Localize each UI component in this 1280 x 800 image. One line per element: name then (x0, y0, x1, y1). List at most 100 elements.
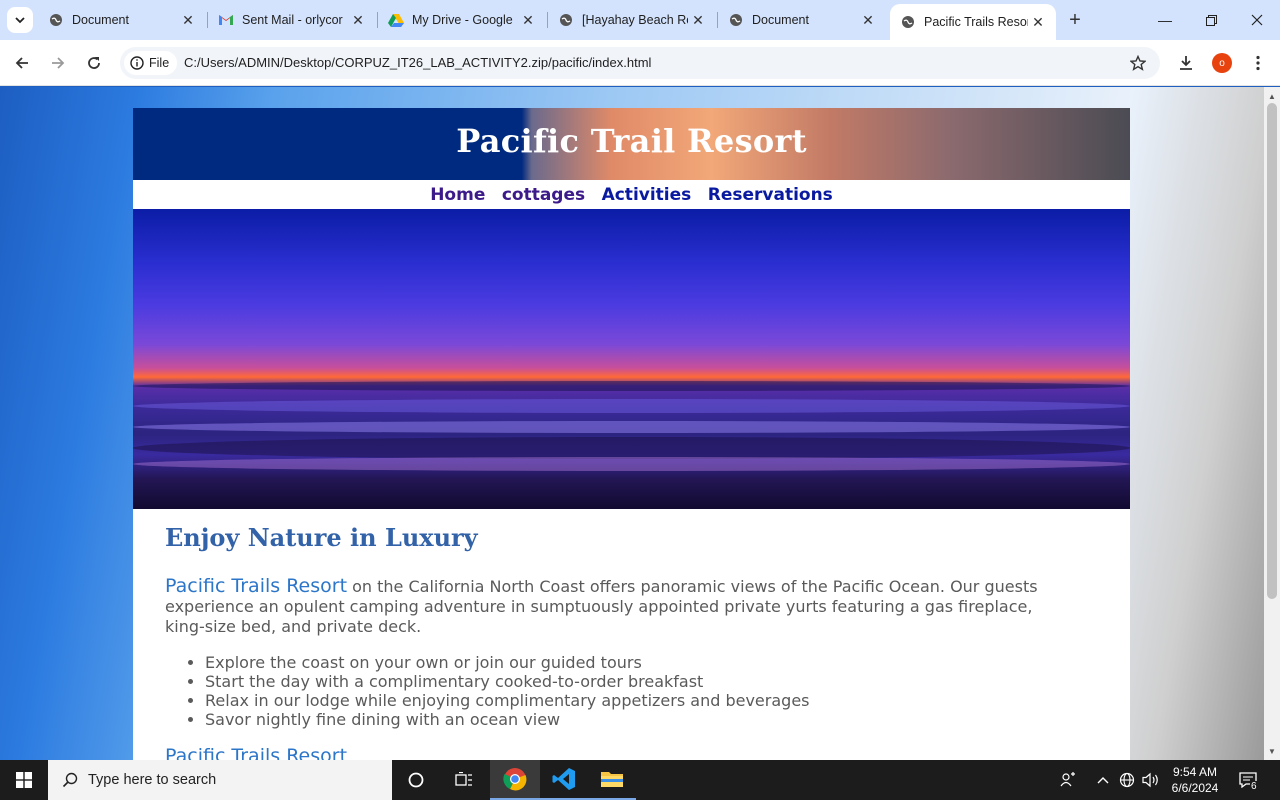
language-button[interactable] (1118, 760, 1136, 800)
wave-line (133, 437, 1130, 459)
page-wrapper: Pacific Trail Resort Home cottages Activ… (133, 108, 1130, 760)
tab-strip: Document ✕ Sent Mail - orlycor ✕ My Driv… (0, 0, 1280, 40)
list-item: Savor nightly fine dining with an ocean … (205, 710, 1065, 729)
tab-title: Document (72, 13, 129, 27)
downloads-button[interactable] (1172, 49, 1200, 77)
info-icon (130, 56, 144, 70)
reload-button[interactable] (80, 49, 108, 77)
nav-link-cottages[interactable]: cottages (502, 185, 585, 205)
scrollbar-thumb[interactable] (1267, 103, 1277, 599)
main-content: Enjoy Nature in Luxury Pacific Trails Re… (165, 523, 1065, 760)
arrow-left-icon (15, 57, 28, 69)
hero-sunset-image (133, 209, 1130, 509)
restore-icon (1205, 14, 1217, 26)
close-icon[interactable]: ✕ (858, 10, 878, 30)
close-window-button[interactable] (1234, 0, 1280, 40)
task-view-button[interactable] (440, 760, 488, 800)
resort-name: Pacific Trails Resort (165, 575, 348, 597)
list-item: Start the day with a complimentary cooke… (205, 672, 1065, 691)
arrow-right-icon (52, 57, 65, 69)
site-title: Pacific Trail Resort (456, 122, 807, 160)
wave-line (133, 457, 1130, 471)
nav-link-reservations[interactable]: Reservations (708, 185, 833, 205)
url-text[interactable]: C:/Users/ADMIN/Desktop/CORPUZ_IT26_LAB_A… (184, 55, 651, 70)
file-label: File (149, 56, 170, 70)
taskbar-search[interactable]: Type here to search (48, 760, 392, 800)
reload-icon (88, 57, 100, 69)
close-icon[interactable]: ✕ (688, 10, 708, 30)
globe-icon (728, 12, 744, 28)
globe-icon (558, 12, 574, 28)
close-icon[interactable]: ✕ (178, 10, 198, 30)
tab-title: Sent Mail - orlycor (242, 13, 343, 27)
notifications-button[interactable]: 6 (1234, 760, 1262, 800)
vertical-scrollbar[interactable]: ▲ ▼ (1264, 87, 1280, 760)
taskbar-file-explorer[interactable] (588, 760, 636, 800)
intro-paragraph: Pacific Trails Resort on the California … (165, 576, 1065, 637)
page-heading: Enjoy Nature in Luxury (165, 523, 478, 552)
chevron-up-icon (1097, 777, 1109, 784)
tab-hayahay-beach[interactable]: [Hayahay Beach Re ✕ (548, 0, 716, 40)
tab-title: My Drive - Google (412, 13, 513, 27)
globe-icon (1119, 772, 1135, 788)
tab-title: Pacific Trails Resort (924, 15, 1028, 29)
profile-button[interactable]: o (1208, 49, 1236, 77)
site-header: Pacific Trail Resort (133, 108, 1130, 180)
tab-my-drive[interactable]: My Drive - Google ✕ (378, 0, 546, 40)
address-bar[interactable]: File C:/Users/ADMIN/Desktop/CORPUZ_IT26_… (120, 47, 1160, 79)
globe-icon (900, 14, 916, 30)
chevron-down-icon (15, 17, 25, 24)
cortana-button[interactable] (392, 760, 440, 800)
wave-line (133, 399, 1130, 413)
people-icon (1060, 772, 1075, 787)
taskbar: Type here to search 9:54 AM 6/6/2024 6 (0, 760, 1280, 800)
close-icon[interactable]: ✕ (1028, 12, 1048, 32)
task-view-icon (455, 772, 472, 786)
bookmark-star-button[interactable] (1128, 53, 1148, 73)
close-icon[interactable]: ✕ (518, 10, 538, 30)
wave-line (133, 421, 1130, 433)
browser-toolbar: File C:/Users/ADMIN/Desktop/CORPUZ_IT26_… (0, 40, 1280, 86)
menu-button[interactable] (1244, 49, 1272, 77)
vscode-icon (552, 768, 575, 790)
tab-pacific-trails[interactable]: Pacific Trails Resort ✕ (890, 4, 1056, 40)
page-viewport: Pacific Trail Resort Home cottages Activ… (0, 87, 1264, 760)
nav-link-home[interactable]: Home (430, 185, 485, 205)
back-button[interactable] (8, 49, 36, 77)
google-drive-icon (388, 12, 404, 28)
windows-logo-icon (16, 772, 32, 788)
star-icon (1130, 55, 1146, 71)
wave-line (133, 381, 1130, 391)
tab-document-2[interactable]: Document ✕ (718, 0, 886, 40)
scroll-up-arrow-icon[interactable]: ▲ (1264, 89, 1280, 103)
taskbar-chrome[interactable] (490, 760, 540, 800)
clock[interactable]: 9:54 AM 6/6/2024 (1166, 760, 1224, 800)
nav-link-activities[interactable]: Activities (602, 185, 692, 205)
start-button[interactable] (0, 760, 48, 800)
globe-icon (48, 12, 64, 28)
tab-title: Document (752, 13, 809, 27)
notification-count-badge: 6 (1250, 781, 1258, 792)
show-hidden-icons-button[interactable] (1094, 760, 1112, 800)
minimize-button[interactable]: — (1142, 0, 1188, 40)
site-info-chip[interactable]: File (124, 51, 178, 75)
close-icon[interactable]: ✕ (348, 10, 368, 30)
more-vertical-icon (1256, 55, 1260, 71)
forward-button[interactable] (44, 49, 72, 77)
search-placeholder: Type here to search (88, 772, 217, 788)
folder-icon (601, 772, 623, 787)
scroll-down-arrow-icon[interactable]: ▼ (1264, 744, 1280, 758)
speaker-icon (1142, 772, 1158, 788)
new-tab-button[interactable]: + (1063, 8, 1087, 32)
volume-button[interactable] (1140, 760, 1162, 800)
tab-document-1[interactable]: Document ✕ (38, 0, 206, 40)
search-icon (62, 772, 78, 788)
restore-button[interactable] (1188, 0, 1234, 40)
people-button[interactable] (1056, 760, 1080, 800)
tab-sent-mail[interactable]: Sent Mail - orlycor ✕ (208, 0, 376, 40)
taskbar-vscode[interactable] (540, 760, 588, 800)
footer-resort-name: Pacific Trails Resort (165, 745, 348, 760)
avatar: o (1212, 53, 1232, 73)
close-icon (1251, 14, 1263, 26)
tab-search-button[interactable] (7, 7, 33, 33)
